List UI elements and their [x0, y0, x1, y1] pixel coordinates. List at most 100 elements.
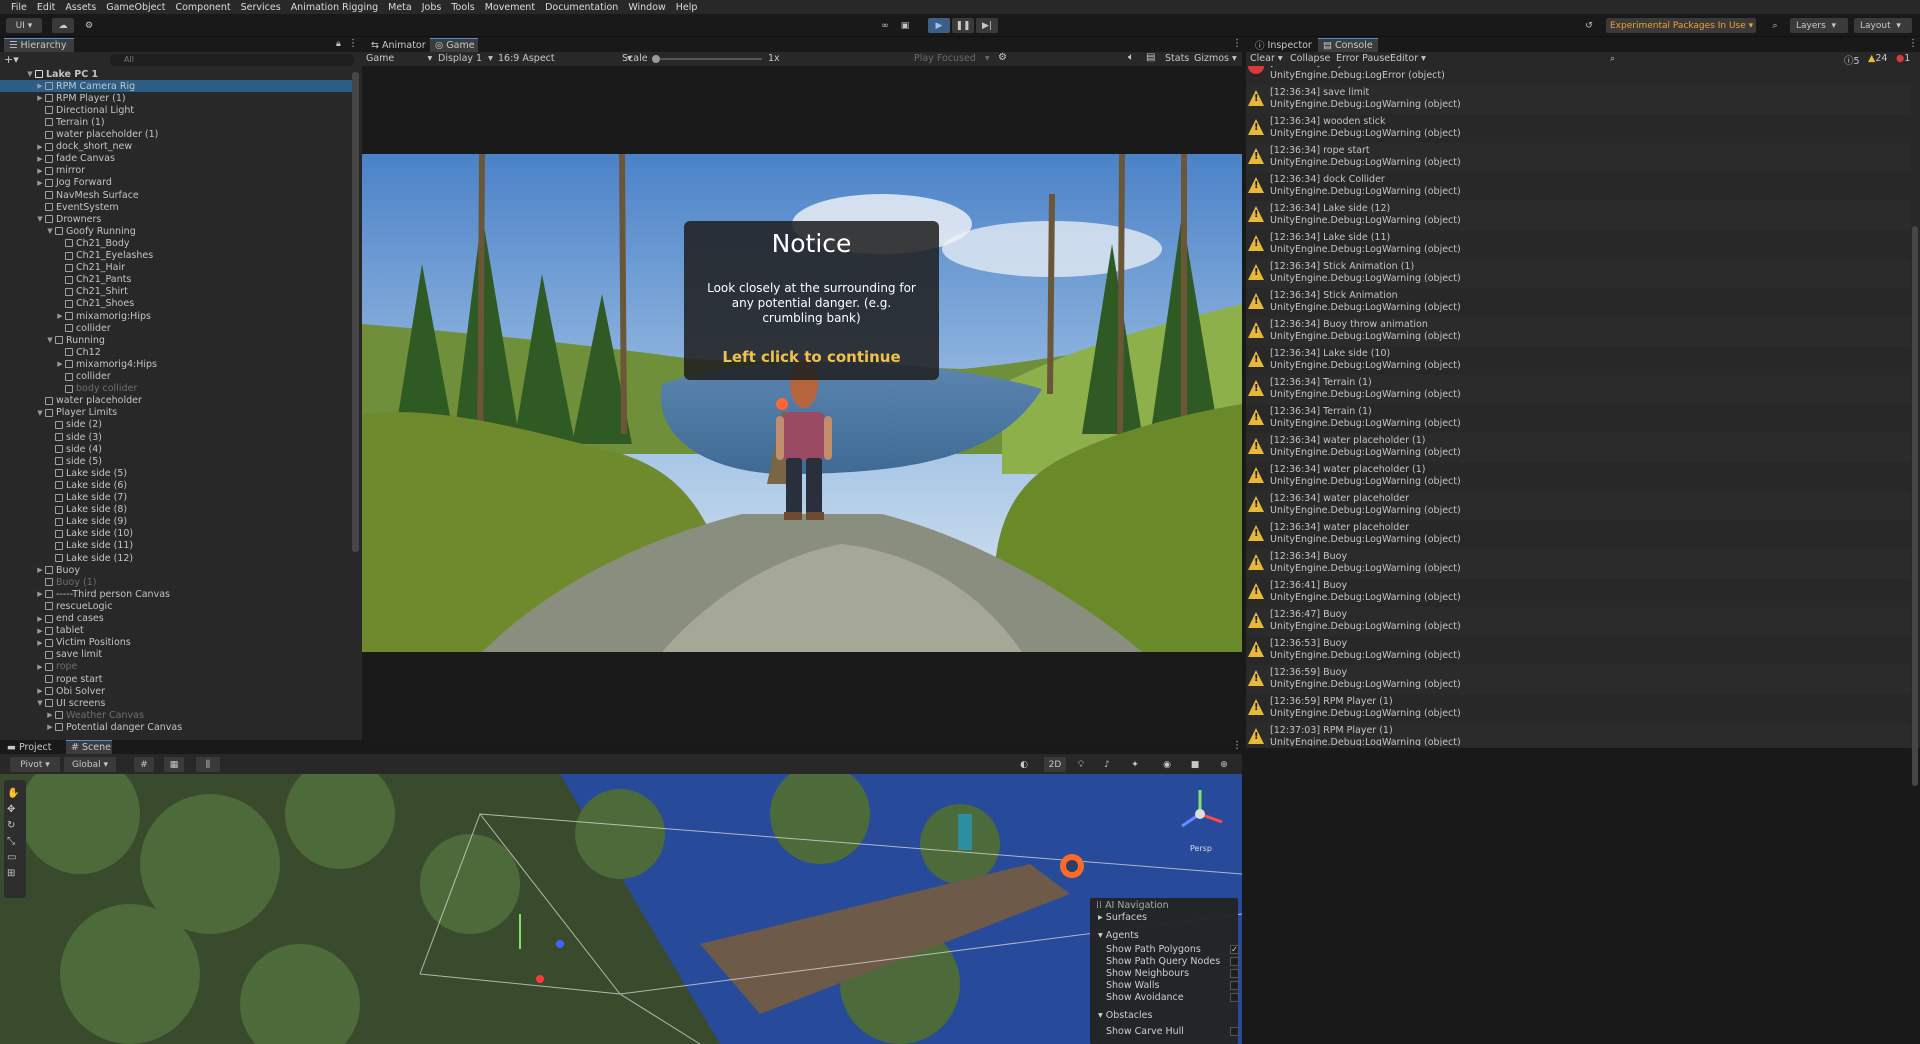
- menu-item-edit[interactable]: Edit: [32, 2, 60, 13]
- menu-item-animation-rigging[interactable]: Animation Rigging: [286, 2, 383, 13]
- hierarchy-item[interactable]: ▶ Potential danger Canvas: [0, 721, 352, 733]
- hierarchy-item[interactable]: rescueLogic: [0, 600, 352, 612]
- hierarchy-item[interactable]: body collider: [0, 383, 352, 395]
- hierarchy-item[interactable]: Ch21_Shirt: [0, 286, 352, 298]
- menu-item-documentation[interactable]: Documentation: [540, 2, 623, 13]
- rect-tool-icon[interactable]: ▭: [7, 852, 16, 863]
- hierarchy-item[interactable]: water placeholder (1): [0, 129, 352, 141]
- menu-item-file[interactable]: File: [6, 2, 32, 13]
- hierarchy-item[interactable]: Lake side (12): [0, 552, 352, 564]
- scene-kebab-icon[interactable]: ⋮: [1232, 740, 1242, 751]
- hierarchy-item[interactable]: ▶ fade Canvas: [0, 153, 352, 165]
- scale-tool-icon[interactable]: ⤡: [7, 836, 15, 847]
- console-log-entry[interactable]: [12:36:34] Lake side (12)UnityEngine.Deb…: [1246, 201, 1910, 230]
- collab-icon[interactable]: ⚙: [80, 18, 98, 33]
- foldout-arrow-icon[interactable]: ▶: [36, 663, 44, 671]
- play-button[interactable]: ▶: [928, 18, 950, 33]
- hierarchy-item[interactable]: side (3): [0, 431, 352, 443]
- menu-item-window[interactable]: Window: [623, 2, 670, 13]
- console-log-entry[interactable]: [12:36:53] BuoyUnityEngine.Debug:LogWarn…: [1246, 636, 1910, 665]
- menu-item-tools[interactable]: Tools: [446, 2, 479, 13]
- console-log-entry[interactable]: [12:36:34] Lake side (10)UnityEngine.Deb…: [1246, 346, 1910, 375]
- game-kebab-icon[interactable]: ⋮: [1232, 38, 1242, 49]
- foldout-arrow-icon[interactable]: ▶: [36, 155, 44, 163]
- pivot-dropdown[interactable]: Pivot ▾: [10, 757, 60, 772]
- lock-icon[interactable]: 🔒︎: [336, 39, 341, 49]
- play-focused-dropdown[interactable]: Play Focused ▾: [914, 53, 990, 64]
- rotate-tool-icon[interactable]: ↻: [7, 820, 15, 831]
- foldout-arrow-icon[interactable]: ▶: [36, 82, 44, 90]
- lighting-icon[interactable]: 💡︎: [1072, 757, 1090, 772]
- camera-icon[interactable]: ■: [1184, 757, 1206, 772]
- hierarchy-item[interactable]: side (4): [0, 443, 352, 455]
- hierarchy-item[interactable]: Lake side (8): [0, 504, 352, 516]
- foldout-arrow-icon[interactable]: ▶: [56, 312, 64, 320]
- add-icon[interactable]: +▾: [4, 53, 19, 66]
- foldout-arrow-icon[interactable]: ▶: [36, 615, 44, 623]
- scale-slider-handle[interactable]: [652, 55, 660, 63]
- foldout-arrow-icon[interactable]: ▶: [36, 94, 44, 102]
- foldout-arrow-icon[interactable]: ▼: [46, 336, 54, 344]
- foldout-arrow-icon[interactable]: ▶: [56, 360, 64, 368]
- tab-hierarchy[interactable]: ☰ Hierarchy: [4, 38, 74, 52]
- hierarchy-item[interactable]: side (5): [0, 455, 352, 467]
- console-log-entry[interactable]: [12:36:59] RPM Player (1)UnityEngine.Deb…: [1246, 694, 1910, 723]
- increment-snap-icon[interactable]: ⫼: [196, 757, 220, 772]
- console-log-entry[interactable]: [12:36:34] water placeholder (1)UnityEng…: [1246, 433, 1910, 462]
- hierarchy-item[interactable]: rope start: [0, 673, 352, 685]
- continue-button[interactable]: Left click to continue: [684, 348, 939, 366]
- move-tool-icon[interactable]: ✥: [7, 804, 15, 815]
- hierarchy-item[interactable]: Ch21_Body: [0, 237, 352, 249]
- foldout-arrow-icon[interactable]: ▶: [36, 687, 44, 695]
- hierarchy-item[interactable]: ▼ Goofy Running: [0, 225, 352, 237]
- console-log-entry[interactable]: [12:36:59] BuoyUnityEngine.Debug:LogWarn…: [1246, 665, 1910, 694]
- foldout-arrow-icon[interactable]: ▶: [36, 143, 44, 151]
- hierarchy-item[interactable]: Ch12: [0, 346, 352, 358]
- tab-project[interactable]: ▬ Project: [2, 740, 52, 754]
- account-dropdown[interactable]: UI ▾: [6, 18, 42, 33]
- foldout-arrow-icon[interactable]: ▶: [36, 566, 44, 574]
- menu-item-help[interactable]: Help: [671, 2, 703, 13]
- menu-item-services[interactable]: Services: [236, 2, 286, 13]
- foldout-arrow-icon[interactable]: ▶: [36, 167, 44, 175]
- console-log-entry[interactable]: [12:36:34] water placeholderUnityEngine.…: [1246, 520, 1910, 549]
- hierarchy-item[interactable]: ▼ Player Limits: [0, 407, 352, 419]
- foldout-arrow-icon[interactable]: ▶: [36, 639, 44, 647]
- console-log-entry[interactable]: [12:36:34] Terrain (1)UnityEngine.Debug:…: [1246, 404, 1910, 433]
- hierarchy-item[interactable]: save limit: [0, 649, 352, 661]
- hierarchy-item[interactable]: ▶ Buoy: [0, 564, 352, 576]
- foldout-arrow-icon[interactable]: ▼: [46, 227, 54, 235]
- tab-animator[interactable]: ⇆ Animator: [366, 38, 426, 52]
- menu-item-gameobject[interactable]: GameObject: [101, 2, 170, 13]
- hierarchy-item[interactable]: ▶ rope: [0, 661, 352, 673]
- info-count-toggle[interactable]: ⓘ5: [1844, 53, 1860, 67]
- foldout-arrow-icon[interactable]: ▶: [46, 711, 54, 719]
- gizmo-toggle-icon[interactable]: ⊕: [1212, 757, 1236, 772]
- kebab-menu-icon[interactable]: ⋮: [348, 38, 358, 49]
- foldout-arrow-icon[interactable]: ▼: [26, 70, 34, 78]
- persp-label[interactable]: Persp: [1190, 844, 1212, 853]
- hierarchy-search-input[interactable]: All: [110, 54, 354, 66]
- 2d-toggle[interactable]: 2D: [1044, 757, 1066, 772]
- hierarchy-item[interactable]: Ch21_Pants: [0, 274, 352, 286]
- hierarchy-item[interactable]: Ch21_Hair: [0, 262, 352, 274]
- tab-scene[interactable]: # Scene: [66, 740, 112, 754]
- warning-count-toggle[interactable]: ▲24: [1868, 53, 1887, 64]
- hierarchy-item[interactable]: EventSystem: [0, 201, 352, 213]
- display-dropdown[interactable]: Display 1 ▾: [438, 53, 493, 64]
- console-log-entry[interactable]: [12:36:34] Lake side (11)UnityEngine.Deb…: [1246, 230, 1910, 259]
- hierarchy-item[interactable]: ▶ tablet: [0, 625, 352, 637]
- step-button[interactable]: ▶|: [976, 18, 998, 33]
- menu-item-component[interactable]: Component: [170, 2, 235, 13]
- console-log-entry[interactable]: [12:36:34] PlayerFound at 07a18ddd1a5cb0…: [1246, 66, 1910, 85]
- mute-audio-icon[interactable]: 🔈︎: [1128, 52, 1134, 63]
- foldout-arrow-icon[interactable]: ▶: [36, 627, 44, 635]
- console-log-entry[interactable]: [12:36:34] rope startUnityEngine.Debug:L…: [1246, 143, 1910, 172]
- notice-dialog[interactable]: Notice Look closely at the surrounding f…: [684, 221, 939, 380]
- hierarchy-item[interactable]: ▶ Victim Positions: [0, 637, 352, 649]
- console-log-entry[interactable]: [12:36:34] dock ColliderUnityEngine.Debu…: [1246, 172, 1910, 201]
- foldout-arrow-icon[interactable]: ▼: [36, 409, 44, 417]
- hierarchy-item[interactable]: side (2): [0, 419, 352, 431]
- hierarchy-item[interactable]: ▶ mirror: [0, 165, 352, 177]
- console-log-entry[interactable]: [12:36:41] BuoyUnityEngine.Debug:LogWarn…: [1246, 578, 1910, 607]
